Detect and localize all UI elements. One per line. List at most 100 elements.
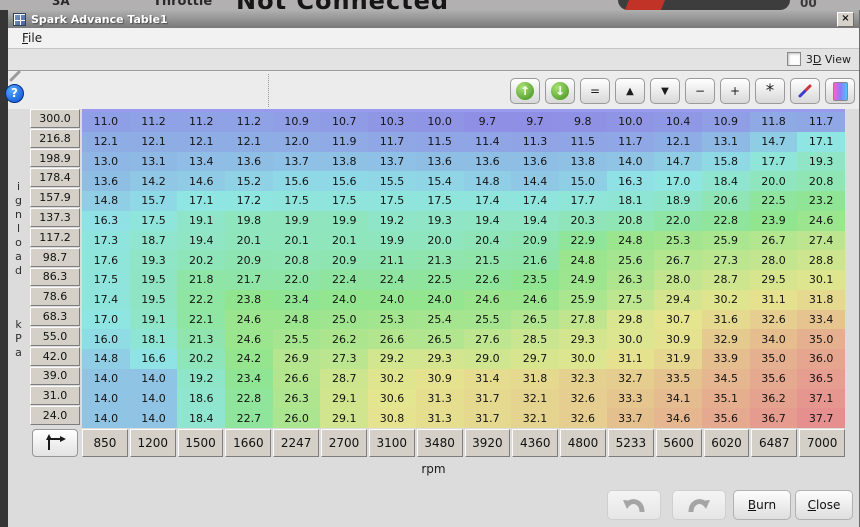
table-cell[interactable]: 30.2 <box>368 369 416 389</box>
axis-swap-button[interactable] <box>32 429 78 457</box>
table-cell[interactable]: 19.5 <box>130 290 178 310</box>
table-cell[interactable]: 20.6 <box>702 191 750 211</box>
table-cell[interactable]: 11.9 <box>320 132 368 152</box>
table-cell[interactable]: 36.2 <box>750 389 798 409</box>
table-cell[interactable]: 29.2 <box>368 349 416 369</box>
table-cell[interactable]: 20.4 <box>464 231 512 251</box>
table-cell[interactable]: 31.7 <box>464 408 512 428</box>
table-cell[interactable]: 32.1 <box>511 408 559 428</box>
table-cell[interactable]: 11.2 <box>130 112 178 132</box>
table-cell[interactable]: 27.6 <box>464 329 512 349</box>
window-close-button[interactable]: × <box>837 12 854 27</box>
table-cell[interactable]: 29.1 <box>320 408 368 428</box>
table-cell[interactable]: 27.3 <box>320 349 368 369</box>
table-cell[interactable]: 20.8 <box>273 250 321 270</box>
table-cell[interactable]: 31.8 <box>511 369 559 389</box>
table-cell[interactable]: 24.6 <box>511 290 559 310</box>
table-cell[interactable]: 27.3 <box>702 250 750 270</box>
y-axis-header[interactable]: 86.3 <box>30 268 80 287</box>
y-axis-header[interactable]: 216.8 <box>30 129 80 148</box>
table-cell[interactable]: 13.6 <box>82 171 130 191</box>
table-cell[interactable]: 22.6 <box>464 270 512 290</box>
table-cell[interactable]: 14.0 <box>82 408 130 428</box>
table-cell[interactable]: 19.3 <box>797 152 845 172</box>
add-button[interactable]: + <box>720 78 750 104</box>
edit-button[interactable] <box>790 78 820 104</box>
table-cell[interactable]: 13.6 <box>225 152 273 172</box>
table-cell[interactable]: 29.3 <box>416 349 464 369</box>
table-cell[interactable]: 20.8 <box>797 171 845 191</box>
table-cell[interactable]: 21.6 <box>511 250 559 270</box>
table-cell[interactable]: 20.2 <box>177 349 225 369</box>
table-cell[interactable]: 26.0 <box>273 408 321 428</box>
table-cell[interactable]: 36.5 <box>797 369 845 389</box>
table-cell[interactable]: 17.4 <box>82 290 130 310</box>
table-cell[interactable]: 10.3 <box>368 112 416 132</box>
y-axis-header[interactable]: 55.0 <box>30 327 80 346</box>
table-cell[interactable]: 24.6 <box>225 329 273 349</box>
table-cell[interactable]: 31.8 <box>797 290 845 310</box>
table-cell[interactable]: 27.4 <box>797 231 845 251</box>
table-cell[interactable]: 14.8 <box>82 191 130 211</box>
table-cell[interactable]: 36.7 <box>750 408 798 428</box>
table-cell[interactable]: 20.0 <box>750 171 798 191</box>
undo-button[interactable] <box>607 490 661 520</box>
table-cell[interactable]: 28.7 <box>702 270 750 290</box>
table-cell[interactable]: 29.7 <box>511 349 559 369</box>
increment-down-button[interactable]: ↓ <box>545 78 575 104</box>
table-cell[interactable]: 11.3 <box>511 132 559 152</box>
table-cell[interactable]: 26.7 <box>750 231 798 251</box>
table-cell[interactable]: 22.7 <box>225 408 273 428</box>
table-cell[interactable]: 17.5 <box>130 211 178 231</box>
table-cell[interactable]: 23.9 <box>750 211 798 231</box>
table-cell[interactable]: 30.0 <box>559 349 607 369</box>
table-cell[interactable]: 21.3 <box>416 250 464 270</box>
table-cell[interactable]: 26.7 <box>654 250 702 270</box>
table-cell[interactable]: 11.8 <box>750 112 798 132</box>
x-axis-header[interactable]: 850 <box>82 429 128 457</box>
raise-button[interactable]: ▲ <box>615 78 645 104</box>
table-cell[interactable]: 30.6 <box>368 389 416 409</box>
gradient-button[interactable] <box>825 78 855 104</box>
table-cell[interactable]: 33.7 <box>607 408 655 428</box>
table-cell[interactable]: 17.7 <box>559 191 607 211</box>
set-equal-button[interactable]: = <box>580 78 610 104</box>
y-axis-header[interactable]: 117.2 <box>30 228 80 247</box>
y-axis-header[interactable]: 137.3 <box>30 208 80 227</box>
table-cell[interactable]: 13.6 <box>416 152 464 172</box>
table-cell[interactable]: 31.7 <box>464 389 512 409</box>
table-cell[interactable]: 17.1 <box>797 132 845 152</box>
table-cell[interactable]: 25.4 <box>416 310 464 330</box>
table-cell[interactable]: 26.5 <box>511 310 559 330</box>
table-cell[interactable]: 26.5 <box>416 329 464 349</box>
table-cell[interactable]: 20.8 <box>607 211 655 231</box>
table-cell[interactable]: 21.7 <box>225 270 273 290</box>
table-cell[interactable]: 24.6 <box>797 211 845 231</box>
table-cell[interactable]: 22.2 <box>177 290 225 310</box>
view-3d-checkbox[interactable] <box>787 52 801 66</box>
table-cell[interactable]: 30.9 <box>654 329 702 349</box>
menu-file[interactable]: File <box>22 31 42 45</box>
table-cell[interactable]: 9.7 <box>511 112 559 132</box>
x-axis-header[interactable]: 2700 <box>321 429 367 457</box>
table-cell[interactable]: 25.0 <box>320 310 368 330</box>
table-cell[interactable]: 30.9 <box>416 369 464 389</box>
x-axis-header[interactable]: 7000 <box>799 429 845 457</box>
table-cell[interactable]: 30.7 <box>654 310 702 330</box>
table-cell[interactable]: 31.1 <box>750 290 798 310</box>
y-axis-header[interactable]: 300.0 <box>30 109 80 128</box>
table-cell[interactable]: 14.4 <box>511 171 559 191</box>
table-cell[interactable]: 32.7 <box>607 369 655 389</box>
x-axis-header[interactable]: 4360 <box>512 429 558 457</box>
y-axis-header[interactable]: 42.0 <box>30 347 80 366</box>
table-cell[interactable]: 18.1 <box>607 191 655 211</box>
table-cell[interactable]: 32.1 <box>511 389 559 409</box>
table-cell[interactable]: 18.7 <box>130 231 178 251</box>
table-cell[interactable]: 10.7 <box>320 112 368 132</box>
table-cell[interactable]: 12.1 <box>130 132 178 152</box>
table-cell[interactable]: 13.1 <box>130 152 178 172</box>
y-axis-header[interactable]: 31.0 <box>30 386 80 405</box>
table-cell[interactable]: 23.8 <box>225 290 273 310</box>
table-cell[interactable]: 13.0 <box>82 152 130 172</box>
table-cell[interactable]: 18.6 <box>177 389 225 409</box>
